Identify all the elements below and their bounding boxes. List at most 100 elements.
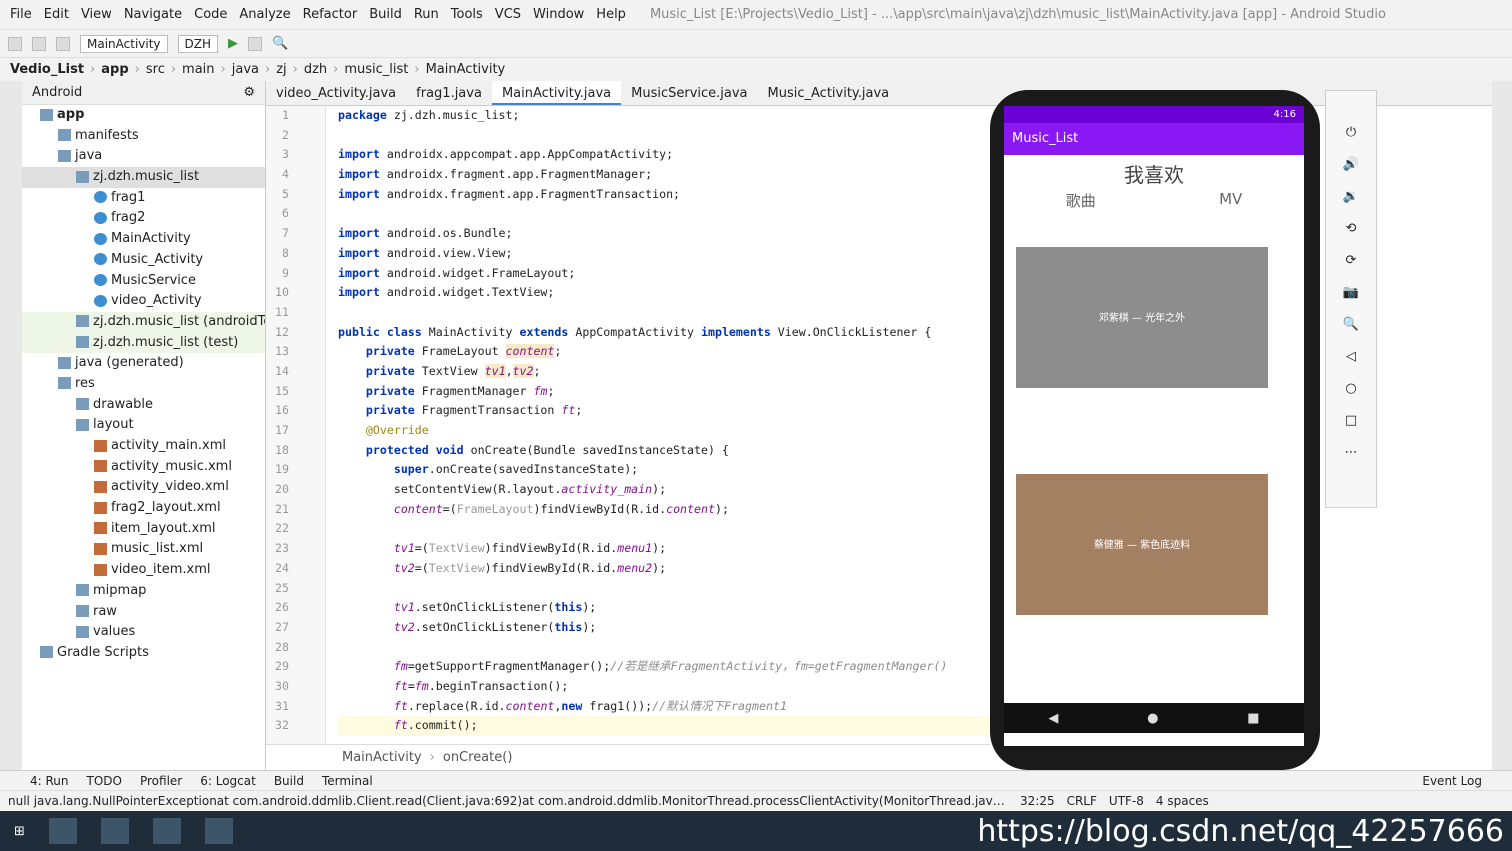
android-studio-icon[interactable] [152,818,181,844]
menu-code[interactable]: Code [188,7,233,22]
menu-navigate[interactable]: Navigate [118,7,188,22]
menu-window[interactable]: Window [527,7,590,22]
recents-icon[interactable]: ■ [1247,711,1259,726]
tree-item[interactable]: video_item.xml [22,560,265,581]
tree-item[interactable]: Gradle Scripts [22,643,265,664]
tree-item[interactable]: MusicService [22,271,265,292]
menu-edit[interactable]: Edit [38,7,75,22]
volume-up-icon[interactable]: 🔊 [1343,157,1359,172]
rotate-left-icon[interactable]: ⟲ [1346,221,1357,236]
crumb-app[interactable]: app [101,62,128,77]
tab-main-activity[interactable]: MainActivity.java [491,81,622,105]
tab-profiler[interactable]: Profiler [140,774,182,788]
crumb-main[interactable]: main [182,62,214,77]
tree-item[interactable]: frag1 [22,188,265,209]
zoom-icon[interactable]: 🔍 [1343,317,1359,332]
crumb-music-list[interactable]: music_list [344,62,408,77]
back-icon[interactable]: ◁ [1346,349,1356,364]
menu-file[interactable]: File [4,7,38,22]
code-text[interactable]: package zj.dzh.music_list; import androi… [338,106,990,736]
tree-item[interactable]: app [22,105,265,126]
tree-item[interactable]: activity_music.xml [22,457,265,478]
open-icon[interactable] [8,36,22,51]
tab-build[interactable]: Build [274,774,304,788]
overview-icon[interactable]: □ [1345,413,1357,428]
sync-icon[interactable] [56,36,70,51]
menu-analyze[interactable]: Analyze [233,7,296,22]
terminal-icon[interactable] [204,818,233,844]
tree-item[interactable]: manifests [22,126,265,147]
crumb-src[interactable]: src [146,62,165,77]
menu-tools[interactable]: Tools [445,7,489,22]
tree-item[interactable]: res [22,374,265,395]
menu-help[interactable]: Help [590,7,632,22]
tree-item[interactable]: mipmap [22,581,265,602]
tree-item[interactable]: Music_Activity [22,250,265,271]
tab-run[interactable]: 4: Run [30,774,69,788]
tree-item[interactable]: java (generated) [22,353,265,374]
status-message[interactable]: null java.lang.NullPointerExceptionat co… [8,794,1008,808]
cursor-position[interactable]: 32:25 [1020,794,1055,808]
settings-icon[interactable]: ⚙ [243,85,255,100]
crumb-mainactivity[interactable]: MainActivity [426,62,506,77]
tree-item[interactable]: activity_video.xml [22,477,265,498]
tree-item[interactable]: activity_main.xml [22,436,265,457]
crumb-project[interactable]: Vedio_List [10,62,84,77]
tab-mv[interactable]: MV [1219,190,1242,211]
home-icon[interactable]: ● [1147,711,1158,726]
tab-frag1[interactable]: frag1.java [406,81,492,105]
tree-item[interactable]: frag2_layout.xml [22,498,265,519]
menu-vcs[interactable]: VCS [489,7,527,22]
tab-logcat[interactable]: 6: Logcat [200,774,256,788]
tree-item[interactable]: MainActivity [22,229,265,250]
tree-item[interactable]: zj.dzh.music_list (androidTest) [22,311,265,333]
tree-item[interactable]: drawable [22,395,265,416]
tab-video-activity[interactable]: video_Activity.java [266,81,406,105]
crumb-java[interactable]: java [232,62,259,77]
debug-icon[interactable] [248,36,263,51]
video-thumbnail[interactable]: 邓紫棋 — 光年之外 [1016,247,1268,388]
tab-todo[interactable]: TODO [87,774,122,788]
explorer-icon[interactable] [100,818,129,844]
tab-terminal[interactable]: Terminal [322,774,373,788]
event-log-button[interactable]: Event Log [1422,774,1482,788]
tab-song[interactable]: 歌曲 [1066,190,1096,211]
edge-icon[interactable] [48,818,77,844]
crumb-method[interactable]: onCreate() [443,750,513,765]
tree-item[interactable]: music_list.xml [22,539,265,560]
tree-item[interactable]: layout [22,415,265,436]
crumb-class[interactable]: MainActivity [342,750,422,765]
project-view-select[interactable]: Android [32,85,82,100]
menu-run[interactable]: Run [408,7,445,22]
camera-icon[interactable]: 📷 [1343,285,1359,300]
code-editor[interactable]: 1 2 3 4 5 6 7 8 9 10 11 12 13 14 15 16 17 18 19 20 21 22 23 24 2… [266,106,990,744]
crumb-dzh[interactable]: dzh [304,62,327,77]
tree-item-selected[interactable]: zj.dzh.music_list [22,167,265,188]
home-icon[interactable]: ○ [1345,381,1356,396]
indent-setting[interactable]: 4 spaces [1156,794,1209,808]
tree-item[interactable]: raw [22,602,265,623]
menu-build[interactable]: Build [363,7,408,22]
tree-item[interactable]: zj.dzh.music_list (test) [22,332,265,354]
power-icon[interactable]: ⏻ [1346,125,1356,140]
device-select[interactable]: DZH [177,34,219,53]
tree-item[interactable]: values [22,622,265,643]
line-separator[interactable]: CRLF [1067,794,1097,808]
menu-refactor[interactable]: Refactor [297,7,364,22]
run-config-select[interactable]: MainActivity [80,34,168,53]
windows-start-icon[interactable]: ⊞ [14,824,25,839]
back-icon[interactable]: ◀ [1048,711,1058,726]
search-icon[interactable]: 🔍 [272,36,288,51]
save-icon[interactable] [32,36,46,51]
tab-music-service[interactable]: MusicService.java [621,81,757,105]
rotate-right-icon[interactable]: ⟳ [1346,253,1357,268]
video-thumbnail[interactable]: 蔡健雅 — 紫色底迹料 [1016,474,1268,615]
crumb-zj[interactable]: zj [276,62,286,77]
tab-music-activity[interactable]: Music_Activity.java [758,81,900,105]
tree-item[interactable]: item_layout.xml [22,519,265,540]
tree-item[interactable]: java [22,146,265,167]
menu-view[interactable]: View [75,7,118,22]
file-encoding[interactable]: UTF-8 [1109,794,1144,808]
run-icon[interactable]: ▶ [228,36,238,51]
more-icon[interactable]: ⋯ [1345,445,1358,460]
